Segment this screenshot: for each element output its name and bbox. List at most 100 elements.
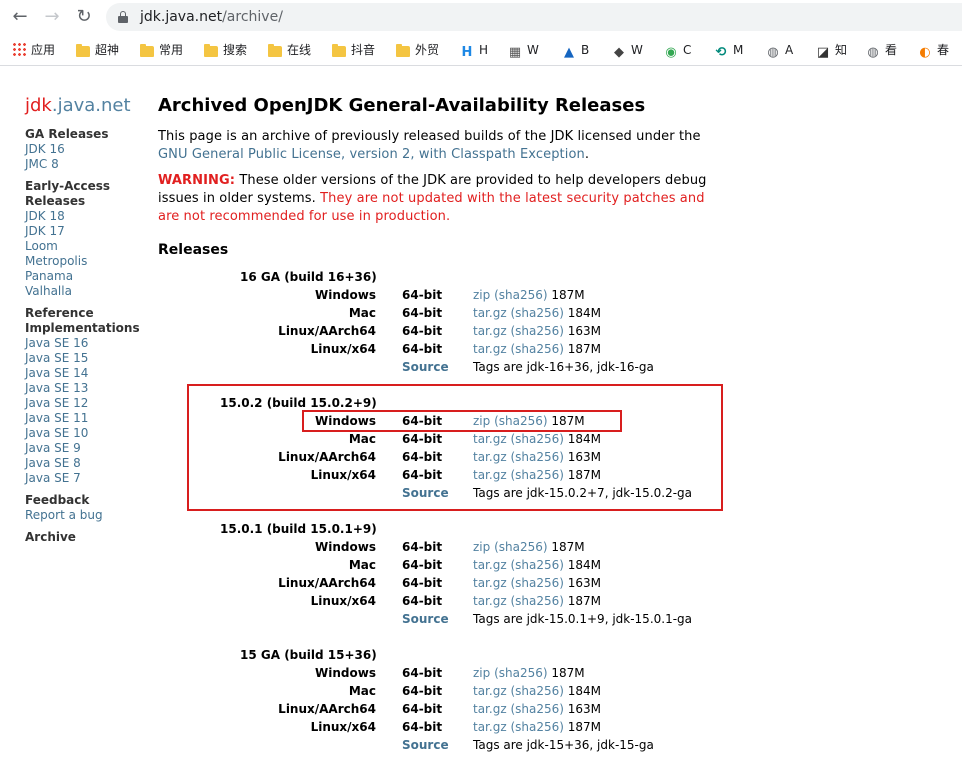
bookmark-item[interactable]: 超神: [76, 42, 119, 58]
sidebar-ri-link[interactable]: Java SE 9: [25, 441, 150, 456]
package-link[interactable]: tar.gz: [473, 558, 507, 572]
back-arrow-icon[interactable]: ←: [10, 7, 30, 27]
bookmark-label: 春: [937, 43, 950, 57]
bookmark-label: 外贸: [415, 43, 440, 57]
bookmark-item[interactable]: HH: [460, 42, 488, 60]
checksum-link[interactable]: sha256: [515, 594, 559, 608]
package-link[interactable]: tar.gz: [473, 684, 507, 698]
bookmark-label: M: [733, 43, 744, 57]
source-row: Source Tags are jdk-15+36, jdk-15-ga: [158, 738, 718, 756]
checksum-link[interactable]: sha256: [515, 684, 559, 698]
intro-paragraph: This page is an archive of previously re…: [158, 128, 728, 164]
bookmark-item[interactable]: ◍ 看: [866, 42, 897, 60]
package-link[interactable]: tar.gz: [473, 342, 507, 356]
sidebar-ri-link[interactable]: Java SE 15: [25, 351, 150, 366]
sidebar-archive-item[interactable]: Archive: [25, 530, 150, 545]
sidebar-ri-link[interactable]: Java SE 16: [25, 336, 150, 351]
intro-end: .: [584, 147, 590, 162]
h-logo-icon: H: [461, 45, 473, 60]
bookmark-item[interactable]: 在线: [268, 42, 311, 58]
bookmark-item[interactable]: 抖音: [332, 42, 375, 58]
sidebar-ri-link[interactable]: Java SE 13: [25, 381, 150, 396]
arch-label: 64-bit: [402, 342, 443, 356]
sidebar-ga-link[interactable]: JDK 16: [25, 142, 150, 157]
package-link[interactable]: tar.gz: [473, 576, 507, 590]
fox-icon: ◆: [614, 45, 624, 60]
checksum-link[interactable]: sha256: [515, 720, 559, 734]
bookmark-label: 超神: [95, 43, 120, 57]
checksum-link[interactable]: sha256: [515, 342, 559, 356]
os-name: Linux/x64: [310, 594, 376, 608]
package-link[interactable]: zip: [473, 666, 490, 680]
bookmark-item[interactable]: 常用: [140, 42, 183, 58]
checksum-link[interactable]: sha256: [499, 666, 543, 680]
source-link[interactable]: Source: [402, 738, 449, 752]
package-link[interactable]: tar.gz: [473, 324, 507, 338]
sidebar-ea-link[interactable]: JDK 17: [25, 224, 150, 239]
checksum-link[interactable]: sha256: [499, 288, 543, 302]
sidebar-ea-link[interactable]: JDK 18: [25, 209, 150, 224]
sidebar-ea-link[interactable]: Valhalla: [25, 284, 150, 299]
package-link[interactable]: zip: [473, 288, 490, 302]
package-link[interactable]: tar.gz: [473, 306, 507, 320]
os-name: Linux/AArch64: [278, 576, 376, 590]
bookmark-item[interactable]: ⟲ M: [714, 42, 744, 60]
bookmark-item[interactable]: ▦ W: [508, 42, 539, 60]
bookmark-label: 抖音: [351, 43, 376, 57]
sidebar-ea-link[interactable]: Loom: [25, 239, 150, 254]
report-bug-link[interactable]: Report a bug: [25, 508, 150, 523]
bookmark-item[interactable]: ◍ A: [766, 42, 793, 60]
tags-text: Tags are jdk-15.0.1+9, jdk-15.0.1-ga: [473, 612, 693, 626]
bookmark-item[interactable]: 搜索: [204, 42, 247, 58]
file-size: 187M: [551, 540, 585, 554]
sidebar-ri-link[interactable]: Java SE 14: [25, 366, 150, 381]
url-path: /archive/: [222, 9, 283, 25]
sidebar-ri-link[interactable]: Java SE 10: [25, 426, 150, 441]
checksum-link[interactable]: sha256: [515, 702, 559, 716]
paren-close: ): [559, 306, 564, 320]
forward-arrow-icon[interactable]: →: [42, 7, 62, 27]
source-link[interactable]: Source: [402, 612, 449, 626]
bookmark-item[interactable]: ◉ C: [664, 42, 691, 60]
release-highlight-box: [187, 384, 723, 511]
download-links: tar.gz (sha256) 184M: [473, 684, 601, 698]
sidebar-ea-link[interactable]: Panama: [25, 269, 150, 284]
site-logo[interactable]: jdk.java.net: [25, 95, 131, 116]
checksum-link[interactable]: sha256: [515, 324, 559, 338]
bookmark-item[interactable]: ◐ 春: [918, 42, 950, 60]
url-text[interactable]: jdk.java.net/archive/: [140, 9, 283, 25]
package-link[interactable]: tar.gz: [473, 594, 507, 608]
package-link[interactable]: tar.gz: [473, 702, 507, 716]
url-host: jdk.java.net: [140, 9, 223, 25]
sidebar-ea-link[interactable]: Metropolis: [25, 254, 150, 269]
sidebar-ga-link[interactable]: JMC 8: [25, 157, 150, 172]
package-link[interactable]: zip: [473, 540, 490, 554]
paren-close: ): [559, 720, 564, 734]
sidebar-nav: GA Releases JDK 16 JMC 8 Early-Access Relea…: [25, 127, 150, 545]
address-bar[interactable]: jdk.java.net/archive/: [106, 3, 962, 31]
bookmark-item[interactable]: ◪ 知: [816, 42, 847, 60]
reload-icon[interactable]: ↻: [74, 7, 94, 27]
download-links: tar.gz (sha256) 187M: [473, 342, 601, 356]
file-size: 163M: [567, 702, 602, 716]
download-links: zip (sha256) 187M: [473, 666, 585, 680]
checksum-link[interactable]: sha256: [515, 558, 559, 572]
checksum-link[interactable]: sha256: [499, 540, 543, 554]
bookmark-item[interactable]: ▲ B: [562, 42, 590, 60]
sidebar-ri-link[interactable]: Java SE 8: [25, 456, 150, 471]
bookmark-item[interactable]: 应用: [12, 42, 55, 58]
bookmark-label: B: [581, 43, 590, 57]
sidebar-ri-link[interactable]: Java SE 12: [25, 396, 150, 411]
download-row: Windows 64-bit zip (sha256) 187M: [158, 540, 718, 558]
checksum-link[interactable]: sha256: [515, 576, 559, 590]
package-link[interactable]: tar.gz: [473, 720, 507, 734]
gpl-license-link[interactable]: GNU General Public License, version 2, w…: [158, 147, 585, 162]
sidebar-ri-link[interactable]: Java SE 11: [25, 411, 150, 426]
file-size: 184M: [567, 684, 602, 698]
source-link[interactable]: Source: [402, 360, 449, 374]
checksum-link[interactable]: sha256: [515, 306, 559, 320]
bookmark-label: 应用: [31, 43, 56, 57]
sidebar-ri-link[interactable]: Java SE 7: [25, 471, 150, 486]
bookmark-item[interactable]: 外贸: [396, 42, 439, 58]
bookmark-item[interactable]: ◆ W: [612, 42, 643, 60]
